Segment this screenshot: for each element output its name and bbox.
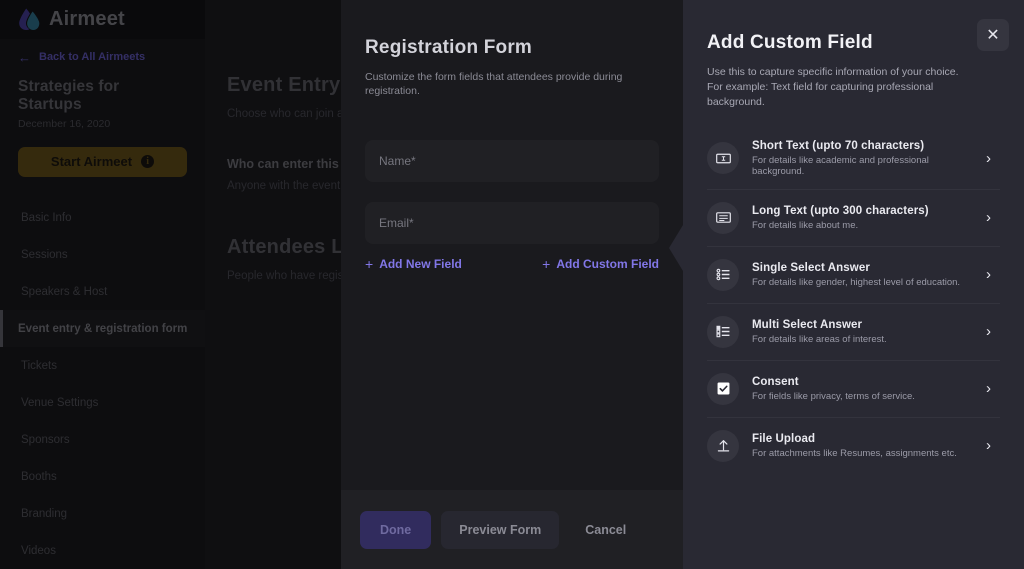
preview-form-label: Preview Form — [459, 522, 542, 537]
custom-field-type-list: Short Text (upto 70 characters) For deta… — [683, 128, 1024, 474]
checkbox-icon — [707, 372, 739, 405]
preview-form-button[interactable]: Preview Form — [441, 510, 560, 549]
chevron-right-icon[interactable]: › — [986, 381, 1000, 396]
list-item-desc: For details like gender, highest level o… — [752, 276, 961, 288]
plus-icon: + — [365, 256, 374, 273]
short-text-icon — [707, 142, 739, 175]
registration-form-footer: Done Preview Form Cancel — [341, 490, 683, 569]
cancel-button-label: Cancel — [585, 522, 627, 537]
list-item-short-text[interactable]: Short Text (upto 70 characters) For deta… — [707, 128, 1000, 190]
add-custom-field-label: Add Custom Field — [556, 257, 659, 272]
list-item-desc: For fields like privacy, terms of servic… — [752, 390, 915, 402]
name-field-label: Name* — [379, 154, 416, 169]
app-root: Airmeet ← Back to All Airmeets Strategie… — [0, 0, 1024, 569]
add-custom-field-button[interactable]: + Add Custom Field — [542, 257, 659, 271]
chevron-right-icon[interactable]: › — [986, 151, 1000, 166]
list-item-title: Short Text (upto 70 characters) — [752, 139, 925, 152]
list-item-title: Multi Select Answer — [752, 318, 863, 331]
list-item-text: Single Select Answer For details like ge… — [752, 262, 973, 288]
chevron-right-icon[interactable]: › — [986, 210, 1000, 225]
add-custom-field-header: Add Custom Field Use this to capture spe… — [683, 0, 1024, 111]
registration-form-subtitle: Customize the form fields that attendees… — [365, 71, 623, 98]
list-item-single-select[interactable]: Single Select Answer For details like ge… — [707, 247, 1000, 304]
done-button-label: Done — [380, 522, 412, 537]
single-select-icon — [707, 258, 739, 291]
list-item-text: Consent For fields like privacy, terms o… — [752, 376, 973, 402]
add-new-field-label: Add New Field — [379, 257, 462, 272]
plus-icon: + — [542, 256, 551, 273]
list-item-desc: For details like academic and profession… — [752, 154, 929, 177]
add-custom-field-title: Add Custom Field — [707, 32, 873, 53]
registration-form-body: Registration Form Customize the form fie… — [341, 0, 683, 490]
registration-form-panel: Registration Form Customize the form fie… — [341, 0, 683, 569]
email-field[interactable]: Email* — [365, 202, 659, 245]
multi-select-icon — [707, 315, 739, 348]
chevron-right-icon[interactable]: › — [986, 438, 1000, 453]
name-field[interactable]: Name* — [365, 140, 659, 183]
list-item-consent[interactable]: Consent For fields like privacy, terms o… — [707, 361, 1000, 418]
long-text-icon — [707, 201, 739, 234]
chevron-right-icon[interactable]: › — [986, 267, 1000, 282]
list-item-title: Consent — [752, 375, 799, 388]
panel-notch-arrow — [669, 225, 683, 271]
add-custom-field-subtitle: Use this to capture specific information… — [707, 66, 959, 109]
add-custom-field-panel: ✕ Add Custom Field Use this to capture s… — [669, 0, 1024, 569]
chevron-right-icon[interactable]: › — [986, 324, 1000, 339]
list-item-text: File Upload For attachments like Resumes… — [752, 433, 973, 459]
email-field-label: Email* — [379, 216, 414, 231]
list-item-multi-select[interactable]: Multi Select Answer For details like are… — [707, 304, 1000, 361]
list-item-title: Single Select Answer — [752, 261, 870, 274]
list-item-long-text[interactable]: Long Text (upto 300 characters) For deta… — [707, 190, 1000, 247]
upload-icon — [707, 429, 739, 462]
add-new-field-button[interactable]: + Add New Field — [365, 257, 462, 271]
list-item-title: File Upload — [752, 432, 816, 445]
list-item-text: Long Text (upto 300 characters) For deta… — [752, 205, 973, 231]
close-icon[interactable]: ✕ — [977, 19, 1009, 51]
cancel-button[interactable]: Cancel — [569, 511, 642, 549]
add-field-row: + Add New Field + Add Custom Field — [365, 257, 659, 271]
list-item-file-upload[interactable]: File Upload For attachments like Resumes… — [707, 418, 1000, 474]
registration-form-title: Registration Form — [365, 37, 533, 58]
list-item-text: Short Text (upto 70 characters) For deta… — [752, 140, 973, 177]
list-item-desc: For attachments like Resumes, assignment… — [752, 447, 957, 459]
list-item-desc: For details like areas of interest. — [752, 333, 887, 345]
list-item-text: Multi Select Answer For details like are… — [752, 319, 973, 345]
list-item-desc: For details like about me. — [752, 219, 859, 231]
list-item-title: Long Text (upto 300 characters) — [752, 204, 929, 217]
done-button[interactable]: Done — [360, 510, 432, 549]
